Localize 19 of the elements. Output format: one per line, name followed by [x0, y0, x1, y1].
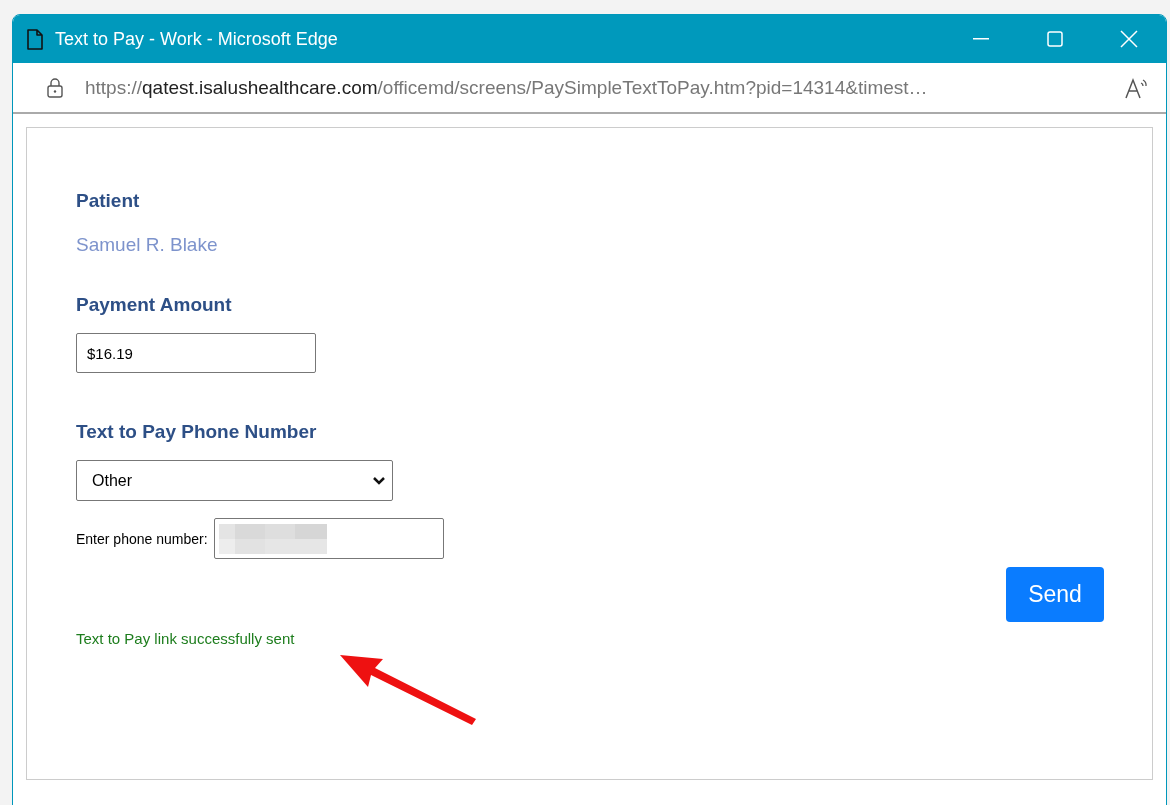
field-label: Payment Amount: [76, 294, 233, 316]
phone-label: Enter phone number:: [76, 530, 208, 547]
patient-name: Samuel R. Blake: [76, 234, 219, 256]
window-title: Text to Pay - Work - Microsoft Edge: [55, 28, 339, 50]
page-icon: [27, 28, 43, 50]
chevron-down-icon: [372, 476, 386, 485]
close-icon: [1120, 30, 1138, 48]
send-button[interactable]: Send: [1006, 567, 1104, 622]
phone-field[interactable]: [213, 518, 444, 559]
maximize-icon: [1047, 31, 1063, 47]
amount-field[interactable]: $16.19: [76, 333, 316, 373]
field-label: Patient: [76, 190, 141, 212]
field-label: Text to Pay Phone Number: [76, 421, 318, 443]
url-text[interactable]: https://qatest.isalushealthcare.com/officemd/screens/PaySimpleTextToPay.htm?pid=14314&timest…: [85, 76, 1124, 99]
minimize-icon: [973, 38, 989, 40]
read-aloud-icon[interactable]: [1124, 76, 1150, 99]
phone-select[interactable]: Other: [76, 460, 393, 501]
status-message: Text to Pay link successfully sent: [76, 630, 295, 647]
lock-icon: [47, 77, 63, 98]
